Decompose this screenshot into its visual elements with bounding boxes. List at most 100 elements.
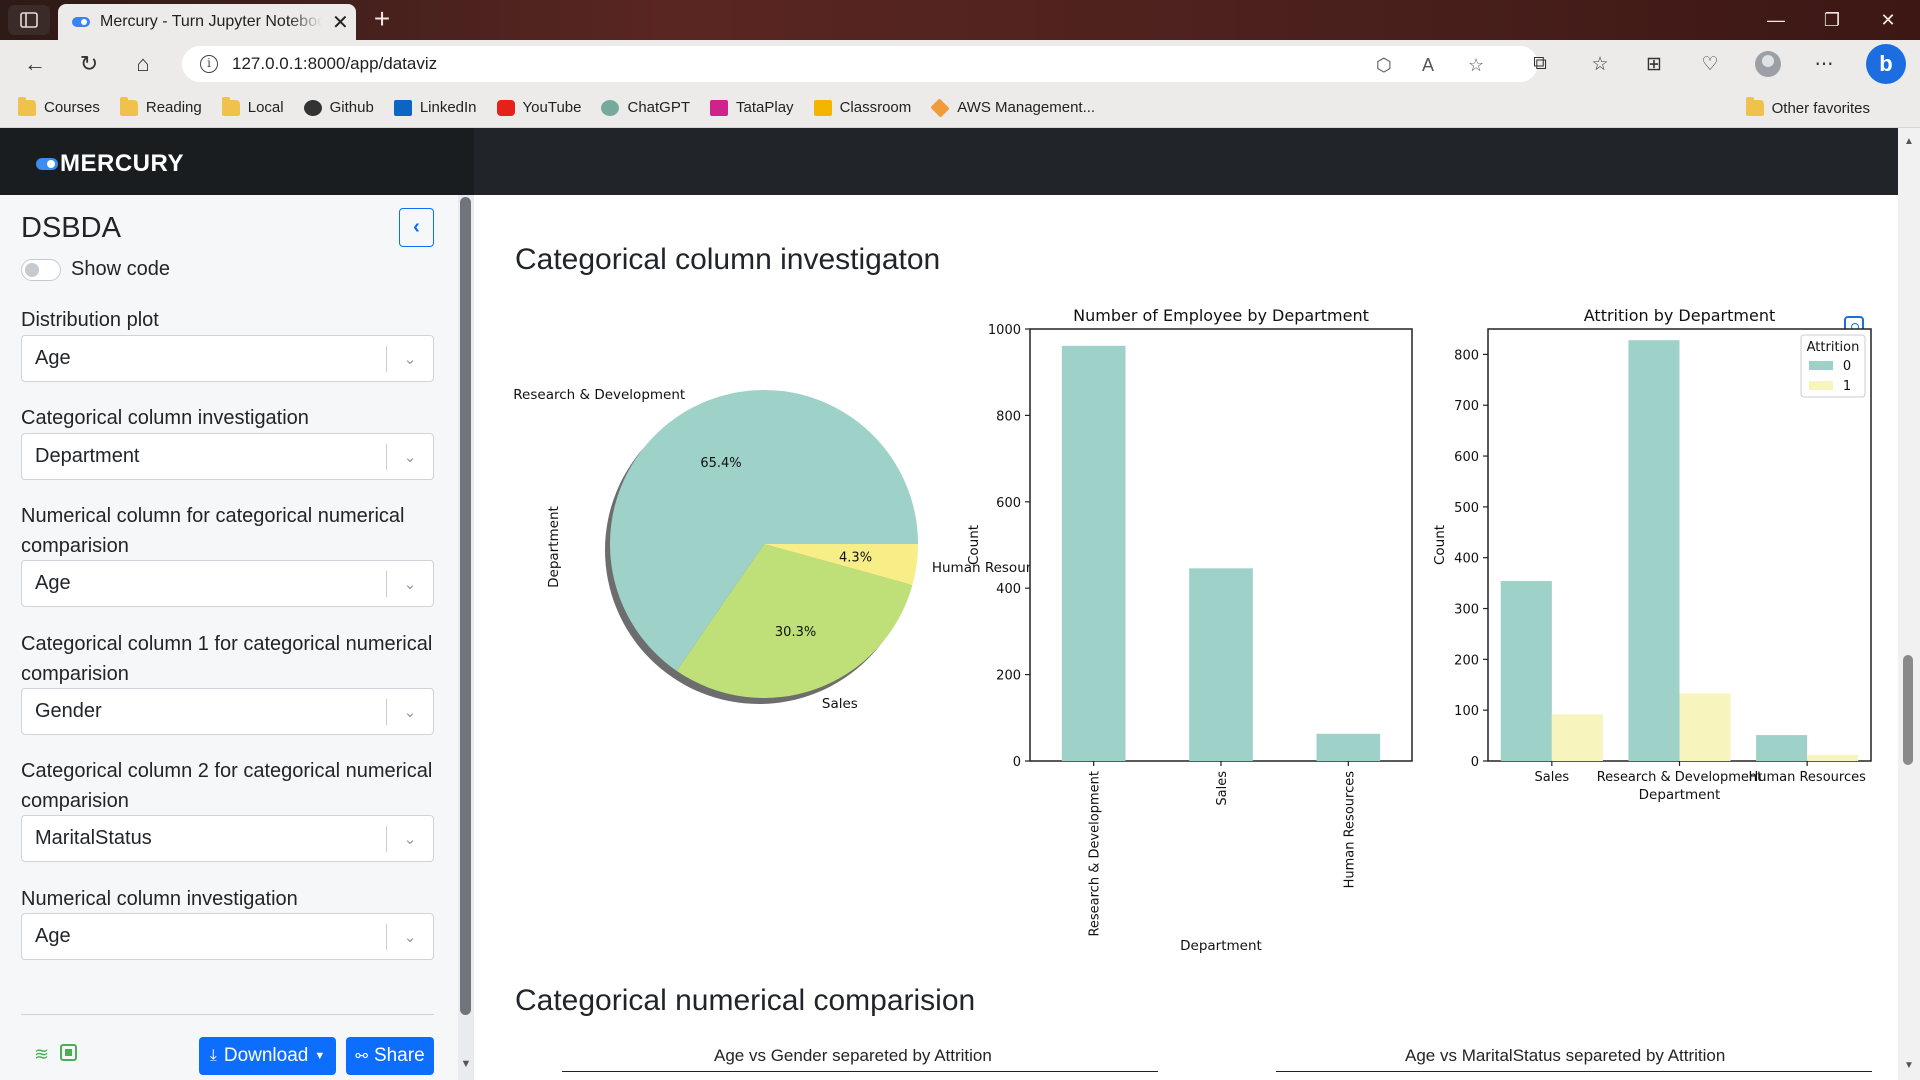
chevron-down-icon[interactable]: ⌄ xyxy=(387,350,433,368)
bookmark-courses[interactable]: Courses xyxy=(18,96,100,116)
linkedin-icon xyxy=(393,99,412,116)
share-icon: ⚯ xyxy=(355,1048,368,1065)
show-code-label: Show code xyxy=(71,258,170,280)
attrition-bar xyxy=(1679,693,1731,761)
chevron-down-icon[interactable]: ⌄ xyxy=(387,448,433,466)
pie-pct-label: 30.3% xyxy=(775,625,816,640)
pie-category-label: Sales xyxy=(822,696,858,712)
subplot-title-gender: Age vs Gender separeted by Attrition xyxy=(714,1046,992,1065)
page-scrollbar-thumb[interactable] xyxy=(1903,655,1913,765)
attrition-chart-ytick-label: 700 xyxy=(1454,399,1479,414)
bookmark-local[interactable]: Local xyxy=(221,96,284,116)
tab-actions-button[interactable] xyxy=(8,5,50,35)
home-icon[interactable]: ⌂ xyxy=(126,48,160,80)
numerical-column-select[interactable]: Age ⌄ xyxy=(21,913,434,960)
browser-titlebar: Mercury - Turn Jupyter Notebook to Web A… xyxy=(0,0,1920,40)
bookmark-reading[interactable]: Reading xyxy=(119,96,202,116)
share-button[interactable]: ⚯ Share xyxy=(346,1037,434,1075)
mercury-logo[interactable]: MERCURY xyxy=(36,150,184,178)
pie-pct-label: 65.4% xyxy=(700,456,741,471)
profile-icon[interactable] xyxy=(1752,48,1784,80)
attrition-chart-ylabel: Count xyxy=(1432,525,1448,565)
select-value: Age xyxy=(35,572,71,594)
browser-tab[interactable]: Mercury - Turn Jupyter Notebook to Web A… xyxy=(58,4,356,40)
read-aloud-icon[interactable]: A xyxy=(1422,55,1434,76)
charts-canvas: 65.4% Research & Development 30.3% Sales 4.3… xyxy=(513,306,1872,954)
attrition-bar xyxy=(1807,754,1859,761)
new-tab-button[interactable]: + xyxy=(366,4,398,36)
restore-icon[interactable]: ❐ xyxy=(1804,0,1860,40)
bookmark-classroom[interactable]: Classroom xyxy=(813,99,911,116)
attrition-chart-xtick-label: Human Resources xyxy=(1748,770,1866,785)
pie-ylabel: Department xyxy=(546,506,562,588)
sidebar-scrollbar-thumb[interactable] xyxy=(460,197,471,1015)
bookmark-linkedin[interactable]: LinkedIn xyxy=(393,99,477,116)
select-value: MaritalStatus xyxy=(35,827,152,849)
show-code-toggle[interactable]: Show code xyxy=(21,258,170,281)
extensions-icon[interactable]: ⧉ xyxy=(1524,48,1556,80)
page-scrollbar[interactable] xyxy=(1898,128,1920,1080)
folder-icon xyxy=(221,96,240,116)
collections-icon[interactable]: ⊞ xyxy=(1638,48,1670,80)
numerical-comparison-select[interactable]: Age ⌄ xyxy=(21,560,434,607)
browser-essentials-icon[interactable]: ♡ xyxy=(1694,48,1726,80)
chevron-left-icon: ‹ xyxy=(413,216,420,238)
scroll-up-arrow-icon[interactable]: ▲ xyxy=(1898,136,1920,147)
select-value: Gender xyxy=(35,700,102,722)
categorical-column-2-select[interactable]: MaritalStatus ⌄ xyxy=(21,815,434,862)
employees-chart-ytick-label: 800 xyxy=(996,409,1021,424)
categorical-column-2-label: Categorical column 2 for categorical num… xyxy=(21,760,433,812)
aws-icon xyxy=(930,97,950,118)
employees-bar xyxy=(1189,568,1253,761)
close-window-icon[interactable]: ✕ xyxy=(1860,0,1916,40)
back-icon[interactable]: ← xyxy=(18,48,52,80)
tab-actions-icon xyxy=(20,12,38,28)
employees-chart-ytick-label: 0 xyxy=(1013,755,1021,770)
toggle-switch[interactable] xyxy=(21,258,61,281)
distribution-plot-label: Distribution plot xyxy=(21,309,159,331)
attrition-chart-ytick-label: 400 xyxy=(1454,552,1479,567)
categorical-column-1-select[interactable]: Gender ⌄ xyxy=(21,688,434,735)
employees-chart-ytick-label: 200 xyxy=(996,669,1021,684)
collapse-sidebar-button[interactable]: ‹ xyxy=(399,208,434,247)
categorical-column-label: Categorical column investigation xyxy=(21,407,309,429)
subplot-frame-maritalstatus xyxy=(1276,1071,1872,1073)
numerical-comparison-label: Numerical column for categorical numeric… xyxy=(21,505,405,557)
attrition-legend-swatch xyxy=(1809,361,1833,370)
bookmark-youtube[interactable]: YouTube xyxy=(496,99,581,116)
settings-more-icon[interactable]: ⋯ xyxy=(1808,48,1840,80)
chevron-down-icon[interactable]: ⌄ xyxy=(387,928,433,946)
copilot-icon[interactable]: b xyxy=(1866,44,1906,84)
caret-down-icon: ▼ xyxy=(314,1050,326,1062)
attrition-chart-xtick-label: Sales xyxy=(1535,770,1570,785)
employees-chart-ytick-label: 400 xyxy=(996,582,1021,597)
scroll-down-arrow-icon[interactable]: ▼ xyxy=(1898,1060,1920,1071)
favorites-icon[interactable]: ☆ xyxy=(1584,48,1616,80)
close-tab-icon[interactable]: ✕ xyxy=(332,10,349,35)
minimize-icon[interactable]: — xyxy=(1748,0,1804,40)
bookmark-other-favorites[interactable]: Other favorites xyxy=(1745,88,1870,128)
scroll-down-arrow-icon[interactable]: ▼ xyxy=(458,1058,474,1070)
github-icon xyxy=(303,99,322,116)
address-bar[interactable]: i 127.0.0.1:8000/app/dataviz ⬡ A ☆ xyxy=(182,46,1538,82)
chevron-down-icon[interactable]: ⌄ xyxy=(387,575,433,593)
folder-icon xyxy=(1745,97,1764,116)
employees-chart-ytick-label: 600 xyxy=(996,496,1021,511)
add-favorite-icon[interactable]: ☆ xyxy=(1468,55,1484,76)
distribution-plot-select[interactable]: Age ⌄ xyxy=(21,335,434,382)
chevron-down-icon[interactable]: ⌄ xyxy=(387,703,433,721)
bookmark-aws[interactable]: AWS Management... xyxy=(930,97,1095,118)
bookmark-tataplay[interactable]: TataPlay xyxy=(710,99,794,116)
chevron-down-icon[interactable]: ⌄ xyxy=(387,830,433,848)
pie-pct-label: 4.3% xyxy=(839,550,872,565)
site-info-icon[interactable]: i xyxy=(200,55,218,73)
subplot-title-maritalstatus: Age vs MaritalStatus separeted by Attrit… xyxy=(1405,1046,1726,1065)
subplot-frame-gender xyxy=(562,1071,1158,1073)
refresh-icon[interactable]: ↻ xyxy=(72,48,106,80)
bookmark-github[interactable]: Github xyxy=(303,99,374,116)
download-button[interactable]: ⤓ Download ▼ xyxy=(199,1037,336,1075)
bookmark-chatgpt[interactable]: ChatGPT xyxy=(601,99,690,116)
tag-icon[interactable]: ⬡ xyxy=(1376,55,1392,76)
attrition-bar xyxy=(1756,735,1808,761)
categorical-column-select[interactable]: Department ⌄ xyxy=(21,433,434,480)
